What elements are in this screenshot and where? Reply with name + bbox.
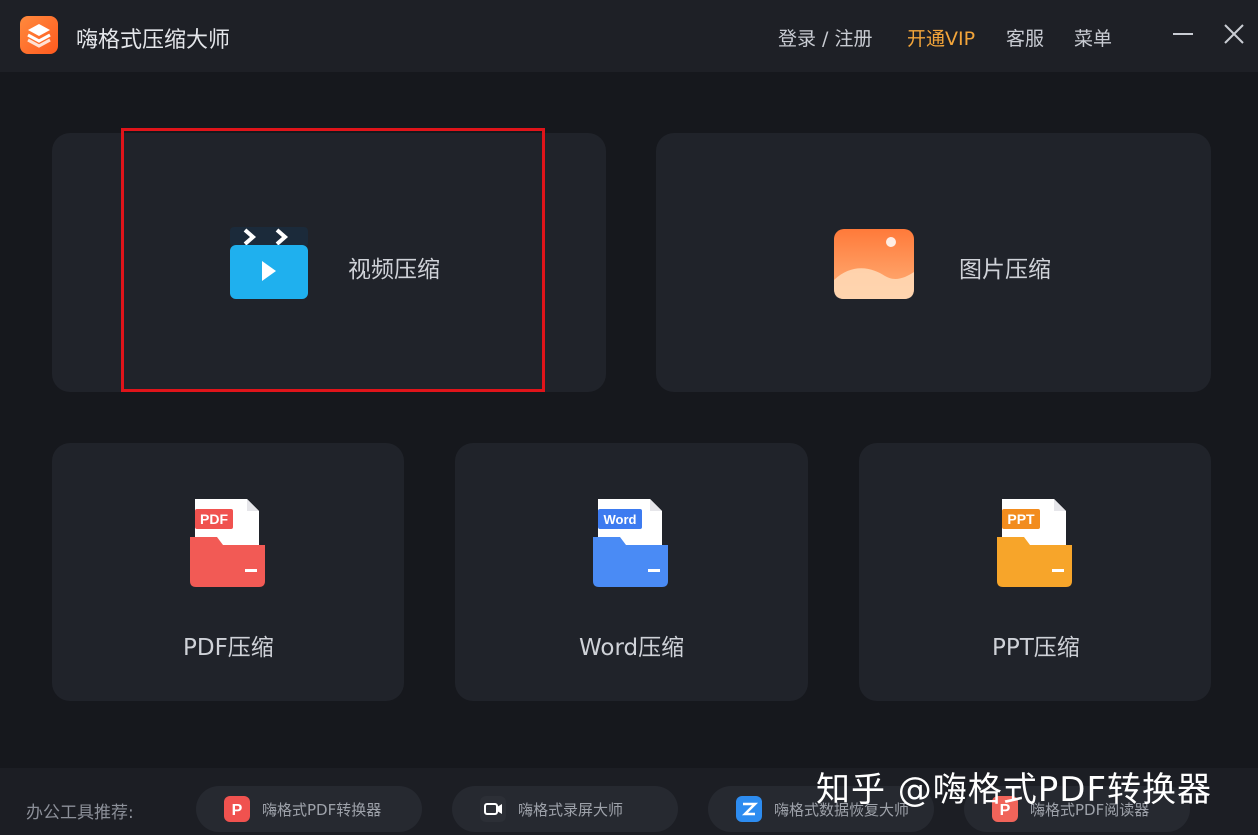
word-tag: Word xyxy=(604,512,637,527)
ppt-compress-card[interactable]: PPT PPT压缩 xyxy=(859,443,1211,701)
vip-link[interactable]: 开通VIP xyxy=(907,24,975,51)
title-bar: 嗨格式压缩大师 登录 / 注册 开通VIP 客服 菜单 xyxy=(0,0,1258,72)
pdf-folder-icon: PDF xyxy=(189,499,267,589)
app-title: 嗨格式压缩大师 xyxy=(76,28,231,53)
image-icon xyxy=(833,228,915,300)
ppt-folder-icon: PPT xyxy=(996,499,1074,589)
video-compress-card[interactable]: 视频压缩 xyxy=(52,133,606,392)
footer-label: 办公工具推荐: xyxy=(26,803,134,823)
image-compress-label: 图片压缩 xyxy=(959,257,1051,283)
footer-tool-pdf-converter[interactable]: P 嗨格式PDF转换器 xyxy=(196,786,422,832)
pdf-compress-label: PDF压缩 xyxy=(183,635,274,661)
minimize-icon[interactable] xyxy=(1169,18,1197,50)
image-compress-card[interactable]: 图片压缩 xyxy=(656,133,1211,392)
video-camera-icon xyxy=(480,796,506,822)
svg-text:P: P xyxy=(232,802,243,819)
pdf-converter-icon: P xyxy=(224,796,250,822)
pdf-compress-card[interactable]: PDF PDF压缩 xyxy=(52,443,404,701)
app-logo-icon xyxy=(20,16,58,54)
watermark-text: 知乎 @嗨格式PDF转换器 xyxy=(816,770,1213,810)
data-recovery-icon xyxy=(736,796,762,822)
menu-link[interactable]: 菜单 xyxy=(1074,24,1112,51)
ppt-compress-label: PPT压缩 xyxy=(992,635,1080,661)
pdf-tag: PDF xyxy=(200,511,228,527)
login-register-link[interactable]: 登录 / 注册 xyxy=(778,24,872,51)
word-compress-card[interactable]: Word Word压缩 xyxy=(455,443,808,701)
word-folder-icon: Word xyxy=(592,499,670,589)
customer-service-link[interactable]: 客服 xyxy=(1006,24,1044,51)
video-compress-label: 视频压缩 xyxy=(348,257,440,283)
footer-tool-label: 嗨格式录屏大师 xyxy=(518,801,624,819)
footer-tool-screen-recorder[interactable]: 嗨格式录屏大师 xyxy=(452,786,678,832)
close-icon[interactable] xyxy=(1220,18,1248,50)
video-clapper-icon xyxy=(229,225,309,301)
ppt-tag: PPT xyxy=(1007,511,1035,527)
footer-tool-label: 嗨格式PDF转换器 xyxy=(262,801,382,819)
word-compress-label: Word压缩 xyxy=(579,635,685,661)
